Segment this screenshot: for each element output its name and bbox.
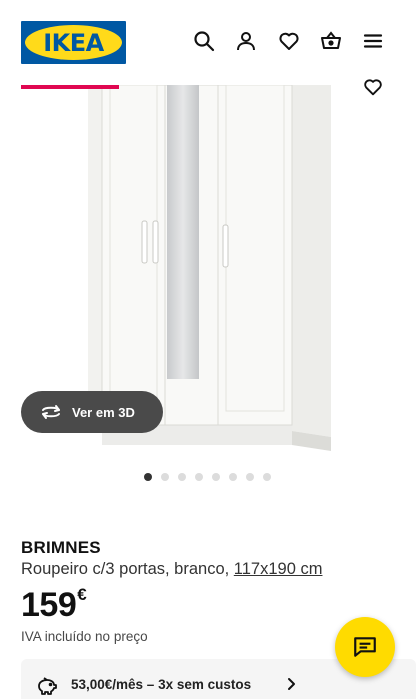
gallery-dot[interactable]: [263, 473, 271, 481]
view-3d-button[interactable]: Ver em 3D: [21, 391, 163, 433]
chevron-right-icon: [284, 677, 298, 691]
gallery-dot[interactable]: [161, 473, 169, 481]
gallery-dot[interactable]: [246, 473, 254, 481]
heart-icon[interactable]: [277, 29, 301, 53]
site-header: IKEA: [0, 0, 416, 85]
product-name: BRIMNES: [21, 538, 101, 557]
product-price: 159€: [21, 585, 87, 625]
product-description-text: Roupeiro c/3 portas, branco,: [21, 560, 230, 578]
vat-note: IVA incluído no preço: [21, 629, 148, 644]
product-description: Roupeiro c/3 portas, branco, 117x190 cm: [21, 560, 322, 579]
chat-icon: [354, 637, 376, 657]
gallery-dot[interactable]: [195, 473, 203, 481]
rotate-3d-icon: [39, 400, 63, 424]
logo-oval: IKEA: [25, 25, 122, 60]
basket-icon[interactable]: [319, 29, 343, 53]
view-3d-label: Ver em 3D: [72, 404, 135, 420]
favourite-heart-icon[interactable]: [362, 76, 384, 98]
highlight-bar: [21, 85, 119, 89]
gallery-dot[interactable]: [212, 473, 220, 481]
gallery-dot[interactable]: [144, 473, 152, 481]
gallery-pagination[interactable]: [144, 473, 271, 481]
product-dimensions-link[interactable]: 117x190 cm: [234, 560, 323, 578]
gallery-dot[interactable]: [229, 473, 237, 481]
gallery-dot[interactable]: [178, 473, 186, 481]
menu-icon[interactable]: [361, 29, 385, 53]
chat-button[interactable]: [335, 617, 395, 677]
financing-label: 53,00€/mês – 3x sem custos: [71, 677, 252, 692]
price-value: 159: [21, 586, 77, 624]
account-icon[interactable]: [234, 29, 258, 53]
logo-text: IKEA: [43, 28, 104, 57]
search-icon[interactable]: [192, 29, 216, 53]
piggy-bank-icon: [35, 674, 59, 698]
ikea-logo[interactable]: IKEA: [21, 21, 126, 64]
price-currency: €: [77, 585, 87, 604]
